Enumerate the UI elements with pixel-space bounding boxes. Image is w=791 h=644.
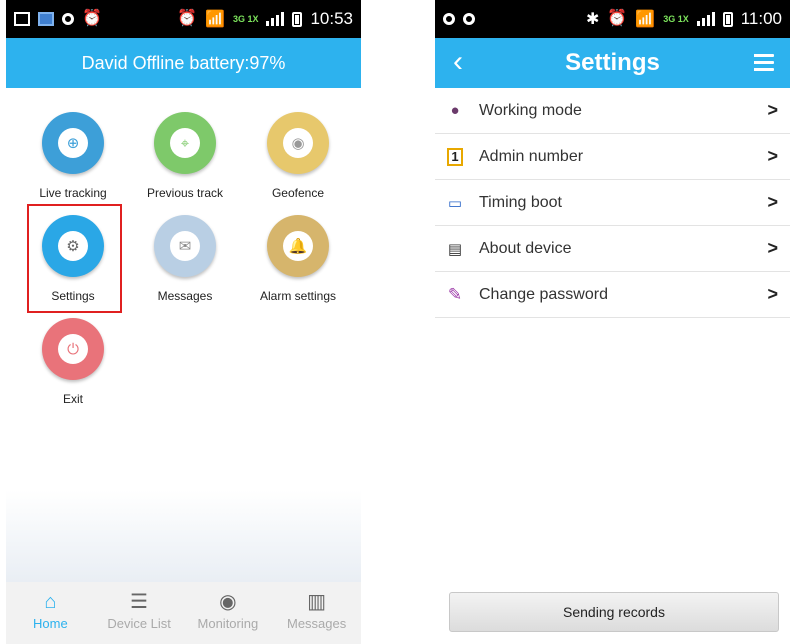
settings-item-label: Admin number (479, 147, 584, 165)
number-one-icon: 1 (447, 147, 463, 166)
clock: 11:00 (740, 9, 782, 28)
chevron-right-icon: > (767, 146, 778, 166)
chevron-right-icon: > (767, 284, 778, 304)
settings-item-about-device[interactable]: ▤ About device > (435, 226, 790, 272)
tile-label: Messages (157, 289, 213, 303)
nav-messages[interactable]: ▥ Messages (272, 582, 361, 644)
network-type: 3G 1X (663, 13, 689, 24)
nav-label: Home (33, 616, 68, 631)
settings-list: ● Working mode > 1 Admin number > ▭ Timi… (435, 88, 790, 318)
target-icon: ◉ (267, 112, 329, 174)
menu-list-icon[interactable] (754, 54, 774, 72)
tile-alarm-settings[interactable]: 🔔 Alarm settings (243, 215, 353, 303)
network-type: 3G 1X (232, 13, 259, 24)
header-bar: David Offline battery:97% (6, 38, 361, 88)
laptop-clock-icon: ▭ (447, 194, 463, 212)
wifi-icon: 📶 (205, 11, 225, 28)
background-decoration (6, 490, 361, 582)
signal-icon (266, 12, 285, 26)
battery-icon (722, 11, 733, 27)
settings-item-working-mode[interactable]: ● Working mode > (435, 88, 790, 134)
status-bar: ⏰ ⏰ 📶 3G 1X 10:53 (6, 0, 361, 38)
clock: 10:53 (310, 9, 353, 28)
bell-icon: 🔔 (267, 215, 329, 277)
map-icon: ▥ (307, 591, 327, 613)
document-icon: ▤ (447, 240, 463, 258)
list-icon: ☰ (130, 591, 149, 613)
settings-item-label: About device (479, 239, 572, 257)
selection-highlight (27, 204, 122, 313)
tile-live-tracking[interactable]: ⊕ Live tracking (18, 112, 128, 200)
tile-label: Live tracking (39, 186, 107, 200)
settings-item-label: Working mode (479, 101, 582, 119)
gallery-icon (14, 12, 30, 26)
back-arrow-icon[interactable]: ‹ (453, 47, 463, 77)
home-screen: ⏰ ⏰ 📶 3G 1X 10:53 David Offline battery:… (6, 0, 361, 644)
nav-label: Device List (107, 616, 171, 631)
tile-label: Exit (62, 392, 83, 406)
settings-item-admin-number[interactable]: 1 Admin number > (435, 134, 790, 180)
tile-label: Alarm settings (259, 289, 337, 303)
location-icon (62, 13, 74, 25)
edit-icon: ✎ (447, 284, 463, 304)
settings-item-label: Change password (479, 285, 608, 303)
nav-device-list[interactable]: ☰ Device List (95, 582, 184, 644)
tile-messages[interactable]: ✉ Messages (130, 215, 240, 303)
battery-icon (292, 11, 303, 27)
tile-previous-track[interactable]: ⌖ Previous track (130, 112, 240, 200)
nav-monitoring[interactable]: ◉ Monitoring (184, 582, 273, 644)
nav-label: Monitoring (197, 616, 259, 631)
bottom-nav: ⌂ Home ☰ Device List ◉ Monitoring ▥ Mess… (6, 582, 361, 644)
settings-item-label: Timing boot (479, 193, 562, 211)
exit-icon: ⏻ (42, 318, 104, 380)
sending-records-button[interactable]: Sending records (449, 592, 779, 632)
nav-label: Messages (287, 616, 347, 631)
location-icon (463, 13, 475, 25)
tile-exit[interactable]: ⏻ Exit (18, 318, 128, 406)
chevron-right-icon: > (767, 192, 778, 212)
tile-label: Previous track (146, 186, 224, 200)
page-title: David Offline battery:97% (81, 52, 286, 73)
nav-home[interactable]: ⌂ Home (6, 582, 95, 644)
chevron-right-icon: > (767, 100, 778, 120)
alarm-icon: ⏰ (82, 10, 102, 27)
bluetooth-icon: ✱ (585, 11, 600, 28)
wifi-icon: 📶 (635, 11, 656, 28)
settings-item-change-password[interactable]: ✎ Change password > (435, 272, 790, 318)
tile-geofence[interactable]: ◉ Geofence (243, 112, 353, 200)
settings-screen: ✱ ⏰ 📶 3G 1X 11:00 ‹ Settings ● Working m… (435, 0, 790, 644)
page-title: Settings (565, 49, 660, 76)
status-bar: ✱ ⏰ 📶 3G 1X 11:00 (435, 0, 790, 38)
alarm-icon: ⏰ (177, 10, 198, 27)
tile-label: Geofence (271, 186, 325, 200)
app-notification-icon (38, 12, 54, 26)
chevron-right-icon: > (767, 238, 778, 258)
alarm-icon: ⏰ (607, 10, 628, 27)
home-icon: ⌂ (44, 591, 57, 613)
header-bar: ‹ Settings (435, 38, 790, 88)
map-pin-icon: ⌖ (154, 112, 216, 174)
signal-icon (696, 12, 715, 26)
mouse-icon: ● (450, 102, 460, 119)
envelope-icon: ✉ (154, 215, 216, 277)
settings-item-timing-boot[interactable]: ▭ Timing boot > (435, 180, 790, 226)
crosshair-icon: ⊕ (42, 112, 104, 174)
eye-icon: ◉ (219, 591, 237, 613)
location-icon (443, 13, 455, 25)
